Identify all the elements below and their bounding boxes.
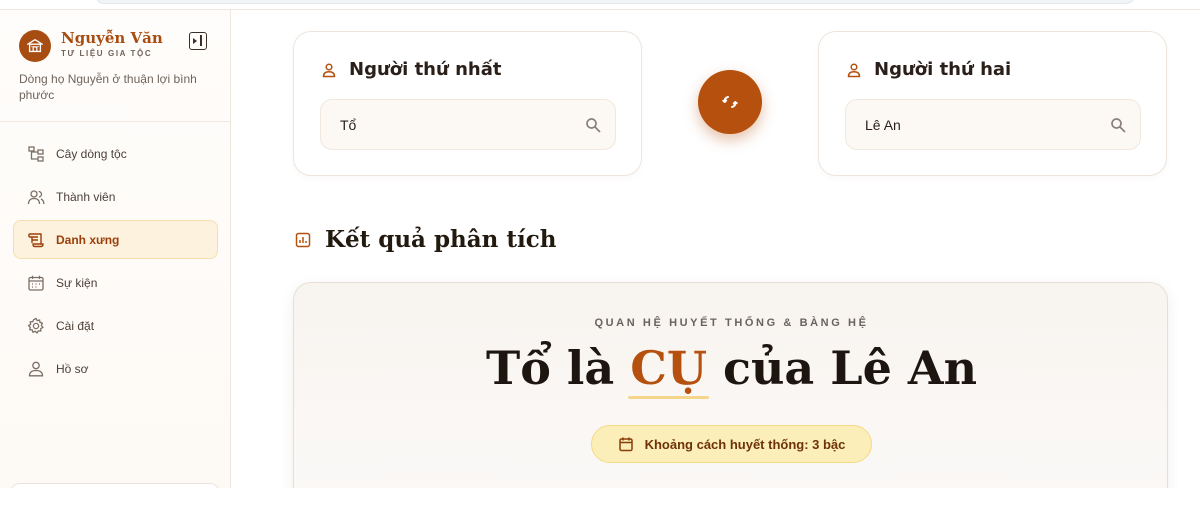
first-person-value: Tổ <box>340 116 357 133</box>
first-person-heading: Người thứ nhất <box>321 59 501 80</box>
brand-subtitle: TƯ LIỆU GIA TỘC <box>61 49 153 58</box>
sidebar-item-label: Cài đặt <box>56 318 95 333</box>
app-root: Nguyễn Văn TƯ LIỆU GIA TỘC Dòng họ Nguyễ… <box>0 0 1200 530</box>
blood-distance-text: Khoảng cách huyết thống: 3 bậc <box>644 436 846 452</box>
calendar-icon <box>27 274 45 292</box>
sidebar-item-label: Cây dòng tộc <box>56 146 127 161</box>
sidebar-item-label: Sự kiện <box>56 275 98 290</box>
calendar-icon <box>618 437 633 452</box>
relationship-result-card: QUAN HỆ HUYẾT THỐNG & BÀNG HỆ Tổ là CỤ c… <box>293 282 1168 512</box>
search-icon[interactable] <box>585 117 601 133</box>
sidebar-item-events[interactable]: Sự kiện <box>13 263 218 302</box>
swap-icon <box>722 96 738 108</box>
sidebar-item-label: Danh xưng <box>56 232 120 247</box>
brand[interactable]: Nguyễn Văn TƯ LIỆU GIA TỘC <box>19 28 219 68</box>
sidebar-item-label: Thành viên <box>56 189 116 204</box>
sidebar-divider <box>0 121 231 122</box>
sidebar: Nguyễn Văn TƯ LIỆU GIA TỘC Dòng họ Nguyễ… <box>0 10 231 488</box>
second-person-search-input[interactable]: Lê An <box>845 99 1141 150</box>
gear-icon <box>27 317 45 335</box>
blood-distance-badge: Khoảng cách huyết thống: 3 bậc <box>591 425 872 463</box>
sidebar-item-family-tree[interactable]: Cây dòng tộc <box>13 134 218 173</box>
relationship-target: Lê An <box>830 341 978 395</box>
relationship-connector: của <box>722 341 815 395</box>
relationship-subject: Tổ <box>485 341 551 395</box>
top-strip <box>0 0 1200 10</box>
relationship-title: CỤ <box>628 341 709 399</box>
sidebar-item-label: Hồ sơ <box>56 361 89 376</box>
relationship-category: QUAN HỆ HUYẾT THỐNG & BÀNG HỆ <box>594 317 869 329</box>
sidebar-item-titles[interactable]: Danh xưng <box>13 220 218 259</box>
sidebar-item-members[interactable]: Thành viên <box>13 177 218 216</box>
second-person-heading: Người thứ hai <box>846 59 1011 80</box>
sidebar-item-settings[interactable]: Cài đặt <box>13 306 218 345</box>
family-temple-logo-icon <box>19 30 51 62</box>
user-icon <box>27 360 45 378</box>
swap-persons-button[interactable] <box>698 70 762 134</box>
scroll-icon <box>27 231 45 249</box>
relationship-headline: Tổ là CỤ của Lê An <box>294 341 1169 399</box>
tree-icon <box>27 145 45 163</box>
first-person-card: Người thứ nhất Tổ <box>293 31 642 176</box>
brand-title: Nguyễn Văn <box>61 29 163 47</box>
sidebar-item-profile[interactable]: Hồ sơ <box>13 349 218 388</box>
person-icon <box>847 62 861 77</box>
sidebar-nav: Cây dòng tộc Thành viên Danh xưng Sự kiệ… <box>13 134 218 392</box>
second-person-value: Lê An <box>865 116 901 133</box>
users-icon <box>27 188 45 206</box>
analysis-results-title: Kết quả phân tích <box>295 226 557 253</box>
top-search-bar[interactable] <box>95 0 1135 4</box>
bottom-blank-area <box>0 488 1200 530</box>
second-person-card: Người thứ hai Lê An <box>818 31 1167 176</box>
collapse-sidebar-icon[interactable] <box>189 32 207 50</box>
chart-icon <box>295 232 311 247</box>
second-person-label: Người thứ hai <box>874 59 1012 80</box>
search-icon[interactable] <box>1110 117 1126 133</box>
main-content: Người thứ nhất Tổ Người thứ hai Lê An Kế… <box>231 10 1200 512</box>
first-person-search-input[interactable]: Tổ <box>320 99 616 150</box>
analysis-results-label: Kết quả phân tích <box>325 226 557 253</box>
person-icon <box>322 62 336 77</box>
family-description: Dòng họ Nguyễn ở thuận lợi bình phước <box>19 72 197 102</box>
first-person-label: Người thứ nhất <box>349 59 502 80</box>
relationship-connector: là <box>566 341 615 395</box>
